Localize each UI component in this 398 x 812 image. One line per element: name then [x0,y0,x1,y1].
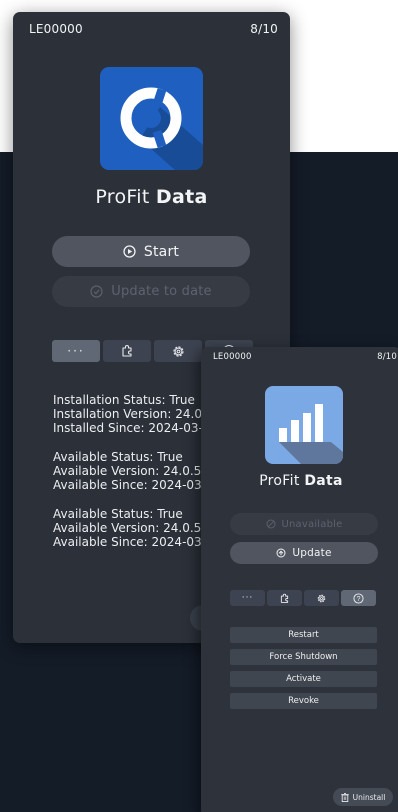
start-label: Start [143,243,180,260]
revoke-button[interactable]: Revoke [230,693,377,709]
uninstall-button[interactable]: Uninstall [333,788,393,806]
activate-button[interactable]: Activate [230,671,377,687]
page-counter: 8/10 [377,352,397,362]
available-version: Available Version: 24.0.52.4 [53,464,221,478]
svg-text:?: ? [357,595,361,602]
page-counter: 8/10 [250,22,278,36]
tab-help[interactable]: ? [341,590,376,606]
app-name-prefix: ProFit [259,473,300,489]
tab-plugins[interactable] [267,590,302,606]
update-button[interactable]: Update [230,542,378,564]
available-status-group: Available Status: True Available Version… [53,450,221,492]
force-shutdown-button[interactable]: Force Shutdown [230,649,377,665]
available-since-2: Available Since: 2024-03-0( [53,535,219,549]
update-label: Update [292,547,332,559]
app-name-suffix: Data [304,473,343,489]
installed-since: Installed Since: 2024-03-06 [53,421,219,435]
tab-bar: ··· ? [230,590,376,606]
tab-more[interactable]: ··· [230,590,265,606]
available-status: Available Status: True [53,450,183,464]
app-name: ProFit Data [201,473,398,489]
gear-icon [317,594,326,602]
installation-version: Installation Version: 24.0.52 [53,407,222,421]
available-version-2: Available Version: 24.0.52.4 [53,521,221,535]
available-status-group-2: Available Status: True Available Version… [53,507,221,549]
upload-circle-icon [276,548,286,558]
restart-button[interactable]: Restart [230,627,377,643]
update-to-date-button: Update to date [52,276,250,307]
app-panel-secondary: LE00000 8/10 ProFit Data Unavailable Upd… [201,347,398,812]
installation-info: Installation Status: True Installation V… [53,393,221,564]
update-to-date-label: Update to date [111,284,212,299]
available-since: Available Since: 2024-03-0( [53,478,219,492]
device-id: LE00000 [29,22,83,36]
ellipsis-icon: ··· [67,344,85,358]
app-name: ProFit Data [13,186,290,208]
puzzle-icon [280,593,289,603]
trash-icon [340,792,349,802]
play-circle-icon [123,245,136,258]
tab-settings[interactable] [154,340,202,362]
app-name-prefix: ProFit [95,186,150,208]
gear-icon [172,345,184,357]
uninstall-label: Uninstall [352,792,386,802]
available-status-2: Available Status: True [53,507,183,521]
tab-more[interactable]: ··· [52,340,100,362]
profit-data-chart-app-icon [265,386,343,464]
blocked-icon [266,519,275,529]
unavailable-button: Unavailable [230,513,378,535]
check-circle-icon [90,285,103,298]
help-icon: ? [353,592,364,604]
puzzle-icon [122,345,132,357]
device-id: LE00000 [213,352,252,362]
start-button[interactable]: Start [52,236,250,267]
app-name-suffix: Data [155,186,208,208]
installation-status: Installation Status: True [53,393,195,407]
unavailable-label: Unavailable [281,518,343,530]
tab-plugins[interactable] [103,340,151,362]
tab-settings[interactable] [304,590,339,606]
installation-status-group: Installation Status: True Installation V… [53,393,221,435]
ellipsis-icon: ··· [241,593,254,603]
profit-data-app-icon [100,67,203,170]
